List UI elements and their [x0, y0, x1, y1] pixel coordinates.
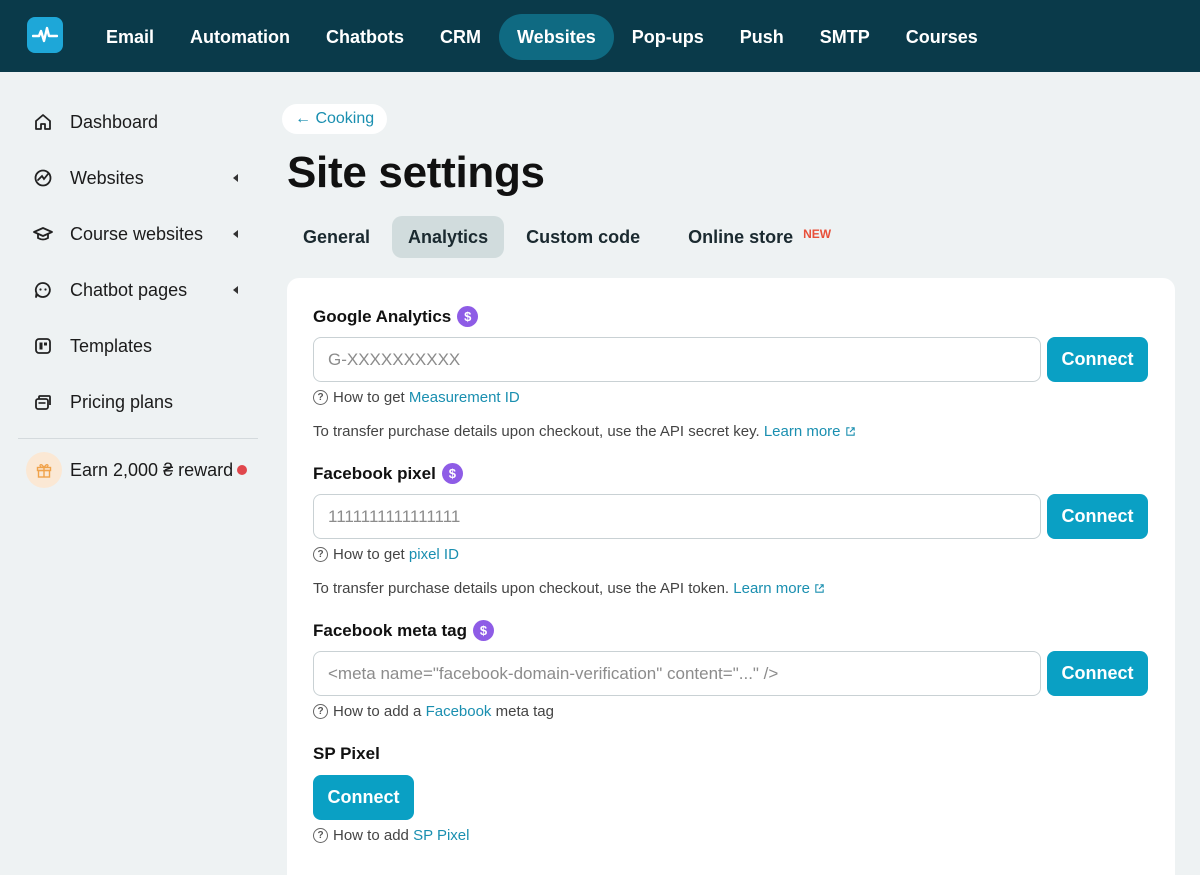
sidebar-item-label: Pricing plans: [70, 391, 174, 412]
tab-custom-code[interactable]: Custom code: [510, 216, 656, 258]
premium-dollar-icon: $: [457, 306, 479, 327]
app-logo-icon[interactable]: [27, 17, 63, 53]
google-learn-more-link[interactable]: Learn more: [764, 423, 841, 440]
back-link[interactable]: ← Cooking: [282, 104, 388, 134]
sidebar-item-course-websites[interactable]: Course websites: [18, 206, 258, 262]
sp-pixel-title: SP Pixel: [313, 744, 380, 764]
sidebar-item-pricing-plans[interactable]: Pricing plans: [18, 374, 258, 430]
fbmeta-connect-button[interactable]: Connect: [1047, 651, 1148, 696]
chatbot-icon: [32, 279, 54, 301]
templates-icon: [32, 335, 54, 357]
sidebar: Dashboard Websites Course websites Chatb…: [18, 94, 258, 493]
nav-chatbots[interactable]: Chatbots: [308, 14, 422, 60]
page-title: Site settings: [287, 148, 545, 197]
pixel-id-input[interactable]: [313, 494, 1041, 539]
facebook-link[interactable]: Facebook: [426, 703, 492, 720]
help-text: How to add a: [333, 703, 422, 720]
premium-dollar-icon: $: [473, 620, 494, 641]
facebook-meta-title: Facebook meta tag $: [313, 620, 494, 641]
nav-push[interactable]: Push: [722, 14, 802, 60]
sp-pixel-connect-button[interactable]: Connect: [313, 775, 414, 820]
section-title-text: Google Analytics: [313, 306, 452, 326]
section-title-text: Facebook meta tag: [313, 620, 467, 640]
note-text: To transfer purchase details upon checko…: [313, 423, 760, 440]
fbmeta-help: ? How to add a Facebook meta tag: [313, 703, 554, 720]
google-note: To transfer purchase details upon checko…: [313, 423, 856, 440]
google-connect-button[interactable]: Connect: [1047, 337, 1148, 382]
sppixel-help: ? How to add SP Pixel: [313, 827, 469, 844]
nav-websites[interactable]: Websites: [499, 14, 614, 60]
facebook-pixel-title: Facebook pixel $: [313, 463, 463, 484]
home-icon: [32, 111, 54, 133]
sidebar-item-label: Dashboard: [70, 111, 159, 132]
question-icon: ?: [313, 547, 328, 562]
top-navbar: Email Automation Chatbots CRM Websites P…: [0, 0, 1200, 72]
measurement-id-link[interactable]: Measurement ID: [409, 389, 520, 406]
nav-popups[interactable]: Pop-ups: [614, 14, 722, 60]
nav-crm[interactable]: CRM: [422, 14, 499, 60]
notification-dot: [237, 465, 248, 475]
settings-tabs: General Analytics Custom code Online sto…: [287, 216, 831, 258]
fbpixel-learn-more-link[interactable]: Learn more: [733, 580, 810, 597]
external-link-icon: [815, 584, 824, 593]
note-text: To transfer purchase details upon checko…: [313, 580, 730, 597]
sidebar-item-chatbot-pages[interactable]: Chatbot pages: [18, 262, 258, 318]
sidebar-item-label: Websites: [70, 167, 144, 188]
sidebar-item-label: Course websites: [70, 223, 204, 244]
section-title-text: Facebook pixel: [313, 463, 436, 483]
sidebar-divider: [18, 438, 258, 439]
question-icon: ?: [313, 390, 328, 405]
google-help: ? How to get Measurement ID: [313, 389, 520, 406]
help-text: How to get: [333, 546, 405, 563]
main-nav: Email Automation Chatbots CRM Websites P…: [88, 14, 996, 60]
sp-pixel-link[interactable]: SP Pixel: [413, 827, 469, 844]
question-icon: ?: [313, 828, 328, 843]
fbpixel-help: ? How to get pixel ID: [313, 546, 459, 563]
sidebar-item-dashboard[interactable]: Dashboard: [18, 94, 258, 150]
analytics-card: Google Analytics $ Connect ? How to get …: [287, 278, 1175, 875]
fbpixel-note: To transfer purchase details upon checko…: [313, 580, 825, 597]
pixel-id-link[interactable]: pixel ID: [409, 546, 459, 563]
reward-label: Earn 2,000 ₴ reward: [70, 459, 234, 480]
external-link-icon: [845, 427, 855, 436]
pricing-icon: [32, 391, 54, 413]
tab-analytics[interactable]: Analytics: [392, 216, 505, 258]
nav-smtp[interactable]: SMTP: [802, 14, 888, 60]
tab-general[interactable]: General: [287, 216, 386, 258]
sidebar-item-websites[interactable]: Websites: [18, 150, 258, 206]
fbpixel-connect-button[interactable]: Connect: [1047, 494, 1148, 539]
section-title-text: SP Pixel: [313, 744, 380, 763]
tab-online-store[interactable]: Online store NEW: [672, 216, 831, 258]
help-text: meta tag: [495, 703, 554, 720]
question-icon: ?: [313, 704, 328, 719]
websites-icon: [32, 167, 54, 189]
measurement-id-input[interactable]: [313, 337, 1041, 382]
sidebar-item-templates[interactable]: Templates: [18, 318, 258, 374]
caret-left-icon[interactable]: [233, 230, 238, 238]
meta-tag-input[interactable]: [313, 651, 1041, 696]
nav-courses[interactable]: Courses: [888, 14, 996, 60]
nav-automation[interactable]: Automation: [172, 14, 308, 60]
new-badge: NEW: [803, 227, 832, 241]
google-analytics-title: Google Analytics $: [313, 306, 479, 327]
nav-email[interactable]: Email: [88, 14, 172, 60]
help-text: How to add: [333, 827, 409, 844]
caret-left-icon[interactable]: [233, 174, 238, 182]
gift-icon: [26, 452, 62, 488]
sidebar-item-label: Chatbot pages: [70, 279, 188, 300]
sidebar-reward[interactable]: Earn 2,000 ₴ reward: [18, 447, 258, 493]
premium-dollar-icon: $: [441, 463, 463, 484]
caret-left-icon[interactable]: [233, 286, 238, 294]
graduation-cap-icon: [32, 223, 54, 245]
sidebar-item-label: Templates: [70, 335, 153, 356]
help-text: How to get: [333, 389, 405, 406]
tab-online-store-label: Online store: [688, 227, 794, 247]
